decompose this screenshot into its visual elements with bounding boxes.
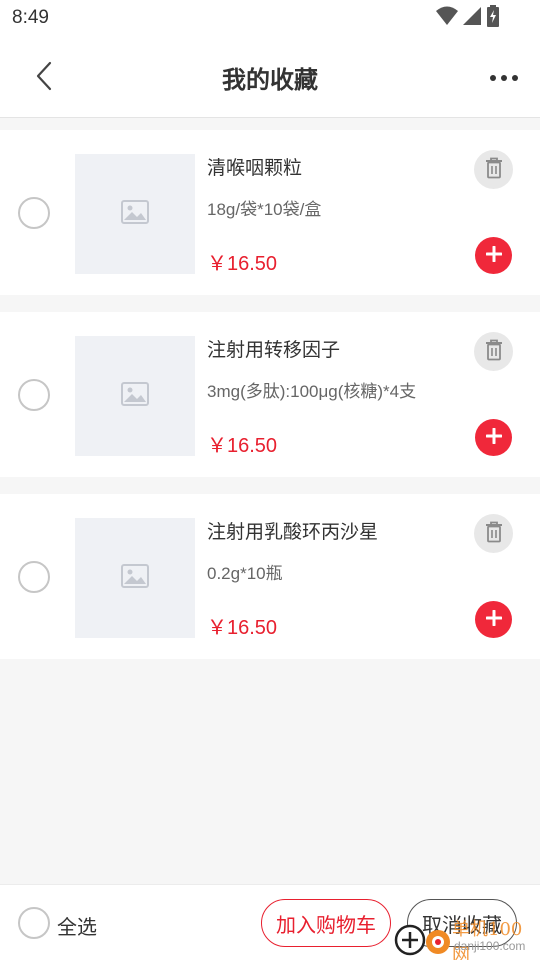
more-button[interactable] — [484, 58, 524, 98]
item-select-radio[interactable] — [18, 379, 50, 411]
trash-icon — [485, 521, 503, 547]
wifi-icon — [436, 6, 458, 30]
delete-button[interactable] — [474, 514, 513, 553]
product-name[interactable]: 清喉咽颗粒 — [207, 153, 302, 180]
status-bar: 8:49 — [0, 0, 540, 38]
add-to-cart-plus-button[interactable] — [475, 419, 512, 456]
cancel-favorite-button[interactable]: 取消收藏 — [407, 899, 517, 947]
plus-icon — [485, 245, 502, 266]
product-price: ￥16.50 — [207, 435, 278, 457]
list-item: 注射用转移因子 3mg(多肽):100μg(核糖)*4支 ￥16.50 — [0, 312, 540, 477]
product-spec: 0.2g*10瓶 — [207, 564, 283, 583]
image-placeholder-icon — [121, 564, 149, 592]
image-placeholder-icon — [121, 200, 149, 228]
product-name[interactable]: 注射用转移因子 — [207, 335, 340, 362]
product-price: ￥16.50 — [207, 617, 278, 639]
trash-icon — [485, 157, 503, 183]
bottom-action-bar: 全选 加入购物车 取消收藏 — [0, 884, 540, 960]
favorites-list: 清喉咽颗粒 18g/袋*10袋/盒 ￥16.50 注射用转移因子 3mg(多肽)… — [0, 130, 540, 676]
trash-icon — [485, 339, 503, 365]
item-select-radio[interactable] — [18, 561, 50, 593]
add-to-cart-button[interactable]: 加入购物车 — [261, 899, 391, 947]
item-select-radio[interactable] — [18, 197, 50, 229]
select-all-label[interactable]: 全选 — [57, 911, 97, 940]
plus-icon — [485, 609, 502, 630]
cell-signal-icon — [462, 6, 482, 30]
product-thumbnail[interactable] — [75, 518, 195, 638]
add-to-cart-plus-button[interactable] — [475, 237, 512, 274]
select-all-radio[interactable] — [18, 907, 50, 939]
plus-icon — [485, 427, 502, 448]
add-to-cart-plus-button[interactable] — [475, 601, 512, 638]
more-dots-icon — [490, 75, 496, 81]
status-icons — [436, 5, 500, 31]
delete-button[interactable] — [474, 332, 513, 371]
product-price: ￥16.50 — [207, 253, 278, 275]
list-item: 注射用乳酸环丙沙星 0.2g*10瓶 ￥16.50 — [0, 494, 540, 659]
product-spec: 3mg(多肽):100μg(核糖)*4支 — [207, 382, 417, 401]
nav-bar: 我的收藏 — [0, 38, 540, 118]
battery-charging-icon — [486, 5, 500, 31]
product-spec: 18g/袋*10袋/盒 — [207, 200, 322, 219]
page-title: 我的收藏 — [222, 66, 318, 94]
delete-button[interactable] — [474, 150, 513, 189]
list-item: 清喉咽颗粒 18g/袋*10袋/盒 ￥16.50 — [0, 130, 540, 295]
product-thumbnail[interactable] — [75, 154, 195, 274]
image-placeholder-icon — [121, 382, 149, 410]
product-name[interactable]: 注射用乳酸环丙沙星 — [207, 517, 378, 544]
status-time: 8:49 — [12, 7, 49, 28]
product-thumbnail[interactable] — [75, 336, 195, 456]
